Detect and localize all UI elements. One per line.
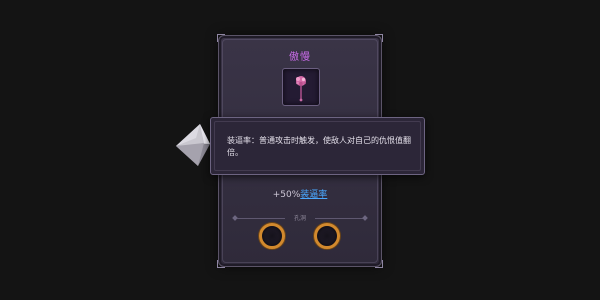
stat-tooltip: 装逼率：普通攻击时触发，使敌人对自己的仇恨值翻倍。 bbox=[210, 117, 425, 175]
gem-socket-1[interactable] bbox=[259, 223, 285, 249]
tooltip-text: 装逼率：普通攻击时触发，使敌人对自己的仇恨值翻倍。 bbox=[227, 136, 411, 157]
card-corner-ornament bbox=[375, 260, 383, 268]
card-corner-ornament bbox=[217, 34, 225, 42]
item-icon-slot[interactable] bbox=[282, 68, 320, 106]
card-corner-ornament bbox=[217, 260, 225, 268]
crystal-pointer-icon bbox=[176, 124, 210, 170]
item-title: 傲慢 bbox=[289, 52, 311, 63]
stat-link[interactable]: 装逼率 bbox=[300, 190, 327, 200]
gem-socket-2[interactable] bbox=[314, 223, 340, 249]
socket-section-divider: 孔洞 bbox=[232, 214, 368, 224]
stat-value: +50% bbox=[272, 190, 301, 200]
card-corner-ornament bbox=[375, 34, 383, 42]
stat-line: +50%装逼率 bbox=[219, 187, 381, 200]
pink-mace-staff-icon bbox=[296, 76, 306, 102]
divider-line bbox=[315, 218, 363, 219]
